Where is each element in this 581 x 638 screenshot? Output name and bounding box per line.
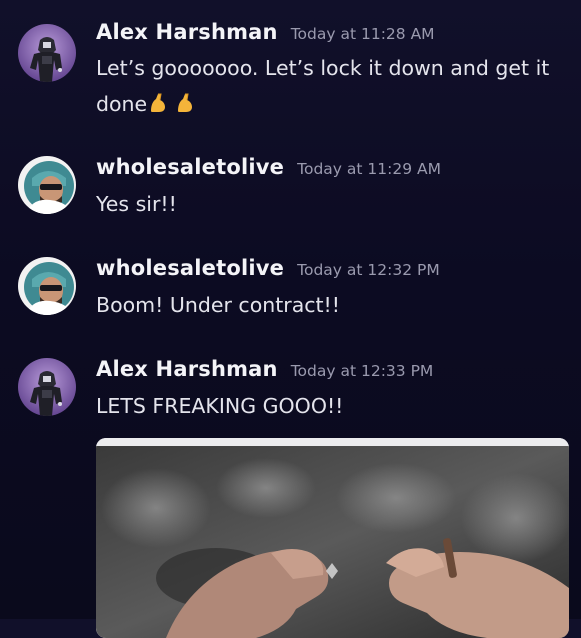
message-text: Boom! Under contract!! [96,293,340,317]
flexed-biceps-icon [176,90,201,114]
message-header: Alex Harshman Today at 12:33 PM [96,357,433,381]
timestamp[interactable]: Today at 11:28 AM [291,25,435,43]
username[interactable]: wholesaletolive [96,155,284,179]
message-text: Let’s gooooooo. Let’s lock it down and g… [96,50,556,122]
message-text: Yes sir!! [96,192,177,216]
avatar-alex-harshman[interactable] [18,358,76,416]
flexed-biceps-icon [149,90,174,114]
username[interactable]: Alex Harshman [96,20,278,44]
avatar-wholesaletolive[interactable] [18,257,76,315]
timestamp[interactable]: Today at 12:33 PM [291,362,434,380]
message-text: LETS FREAKING GOOO!! [96,394,344,418]
username[interactable]: Alex Harshman [96,357,278,381]
avatar-wholesaletolive[interactable] [18,156,76,214]
fist-bump-gif-icon [96,438,569,638]
gif-attachment[interactable] [96,438,569,638]
timestamp[interactable]: Today at 11:29 AM [297,160,441,178]
message-header: wholesaletolive Today at 12:32 PM [96,256,440,280]
message-header: Alex Harshman Today at 11:28 AM [96,20,435,44]
message-header: wholesaletolive Today at 11:29 AM [96,155,441,179]
avatar-alex-harshman[interactable] [18,24,76,82]
username[interactable]: wholesaletolive [96,256,284,280]
timestamp[interactable]: Today at 12:32 PM [297,261,440,279]
chat-message-list: Alex Harshman Today at 11:28 AM Let’s go… [0,0,581,638]
